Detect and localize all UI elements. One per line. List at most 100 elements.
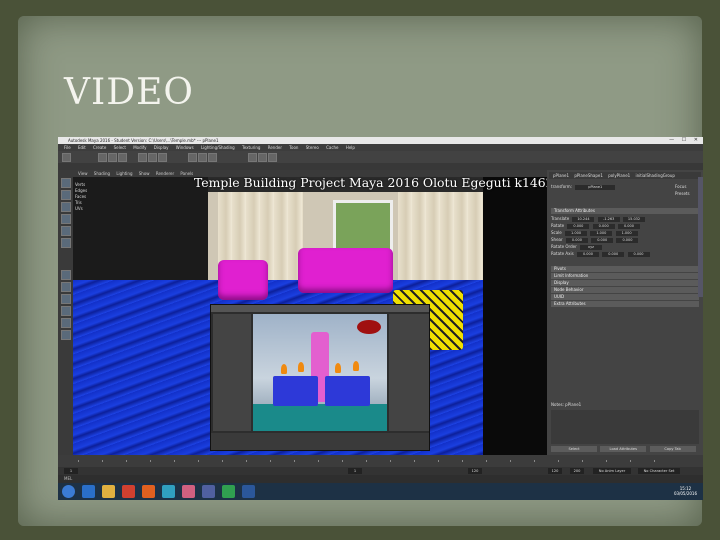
move-tool-icon[interactable] [61,214,71,224]
select-object-icon[interactable] [148,153,157,162]
ipr-render-icon[interactable] [258,153,267,162]
attr-field[interactable]: 1.000 [615,230,638,236]
mode-menu-icon[interactable] [62,153,71,162]
layout-side-icon[interactable] [61,294,71,304]
time-slider[interactable] [58,455,703,467]
transform-name-field[interactable]: pPlane1 [575,184,616,190]
app-icon[interactable] [202,485,215,498]
menu-toon[interactable]: Toon [289,145,298,150]
layout-outliner-icon[interactable] [61,306,71,316]
media-player-icon[interactable] [122,485,135,498]
tab-shadinggroup[interactable]: initialShadingGroup [635,173,674,178]
attr-field[interactable]: 1.000 [565,230,588,236]
section-node-behavior[interactable]: Node Behavior [551,287,699,293]
render-settings-icon[interactable] [268,153,277,162]
viewport-menu-renderer[interactable]: Renderer [156,171,174,176]
firefox-icon[interactable] [142,485,155,498]
snap-curve-icon[interactable] [198,153,207,162]
attr-field[interactable]: 0.000 [627,251,650,257]
snap-grid-icon[interactable] [188,153,197,162]
start-button-icon[interactable] [62,485,75,498]
presets-button[interactable]: Presets [675,191,690,197]
rotate-tool-icon[interactable] [61,226,71,236]
select-component-icon[interactable] [158,153,167,162]
viewport-menu-view[interactable]: View [78,171,88,176]
new-scene-icon[interactable] [98,153,107,162]
attr-field[interactable]: 15.032 [623,216,646,222]
menu-help[interactable]: Help [346,145,355,150]
tab-pplane1[interactable]: pPlane1 [553,173,569,178]
menu-create[interactable]: Create [93,145,106,150]
end-time-field[interactable]: 120 [548,468,562,474]
section-extra-attributes[interactable]: Extra Attributes [551,301,699,307]
paint-icon[interactable] [182,485,195,498]
layout-graph-icon[interactable] [61,318,71,328]
open-scene-icon[interactable] [108,153,117,162]
word-icon[interactable] [242,485,255,498]
section-uuid[interactable]: UUID [551,294,699,300]
menu-cache[interactable]: Cache [326,145,338,150]
snap-point-icon[interactable] [208,153,217,162]
attr-field[interactable]: 0.000 [565,237,588,243]
attr-field[interactable]: 0.000 [616,237,639,243]
ie-icon[interactable] [82,485,95,498]
viewport-menu-show[interactable]: Show [139,171,150,176]
attr-field[interactable]: 0.000 [602,251,625,257]
layout-four-icon[interactable] [61,282,71,292]
range-end-field[interactable]: 120 [468,468,482,474]
system-clock[interactable]: 15:12 03/05/2016 [674,486,697,496]
tab-pplaneshape1[interactable]: pPlaneShape1 [574,173,603,178]
notes-field[interactable] [551,410,699,444]
menu-windows[interactable]: Windows [176,145,194,150]
menu-select[interactable]: Select [114,145,126,150]
rotate-order-dropdown[interactable]: xyz [580,244,603,250]
range-start-field[interactable]: 1 [348,468,362,474]
attr-field[interactable]: 0.000 [617,223,640,229]
menu-lighting[interactable]: Lighting/Shading [201,145,235,150]
save-scene-icon[interactable] [118,153,127,162]
attr-field[interactable]: 0.000 [567,223,590,229]
load-attributes-button[interactable]: Load Attributes [600,446,647,452]
lasso-tool-icon[interactable] [61,190,71,200]
start-time-field[interactable]: 1 [64,468,78,474]
viewport-menu-panels[interactable]: Panels [180,171,193,176]
section-transform-attributes[interactable]: Transform Attributes [551,208,699,214]
channel-box-side-tab[interactable] [698,177,703,297]
layout-hypershade-icon[interactable] [61,330,71,340]
menu-display[interactable]: Display [154,145,169,150]
app-icon[interactable] [222,485,235,498]
menu-render[interactable]: Render [268,145,282,150]
playback-end-field[interactable]: 200 [570,468,584,474]
paint-select-icon[interactable] [61,202,71,212]
focus-button[interactable]: Focus [675,184,686,190]
viewport-menu-lighting[interactable]: Lighting [116,171,132,176]
window-controls[interactable]: — ☐ ✕ [669,137,701,144]
menu-file[interactable]: File [64,145,71,150]
attr-field[interactable]: -1.263 [597,216,620,222]
section-pivots[interactable]: Pivots [551,266,699,272]
scale-tool-icon[interactable] [61,238,71,248]
attr-field[interactable]: 10.244 [572,216,595,222]
section-limit-information[interactable]: Limit Information [551,273,699,279]
section-display[interactable]: Display [551,280,699,286]
attr-field[interactable]: 0.000 [591,237,614,243]
tab-polyplane1[interactable]: polyPlane1 [608,173,630,178]
anim-layer-dropdown[interactable]: No Anim Layer [593,468,631,474]
layout-single-icon[interactable] [61,270,71,280]
menu-texturing[interactable]: Texturing [242,145,260,150]
embedded-video-window[interactable] [210,304,430,451]
menu-stereo[interactable]: Stereo [306,145,319,150]
select-button[interactable]: Select [551,446,597,452]
select-tool-icon[interactable] [61,178,71,188]
viewport-menu-shading[interactable]: Shading [94,171,110,176]
attr-field[interactable]: 0.000 [592,223,615,229]
menu-edit[interactable]: Edit [78,145,86,150]
command-line[interactable]: MEL [58,475,703,483]
character-set-dropdown[interactable]: No Character Set [638,468,680,474]
explorer-icon[interactable] [102,485,115,498]
attr-field[interactable]: 0.000 [576,251,599,257]
render-icon[interactable] [248,153,257,162]
attr-field[interactable]: 1.000 [590,230,613,236]
copy-tab-button[interactable]: Copy Tab [649,446,696,452]
select-hierarchy-icon[interactable] [138,153,147,162]
